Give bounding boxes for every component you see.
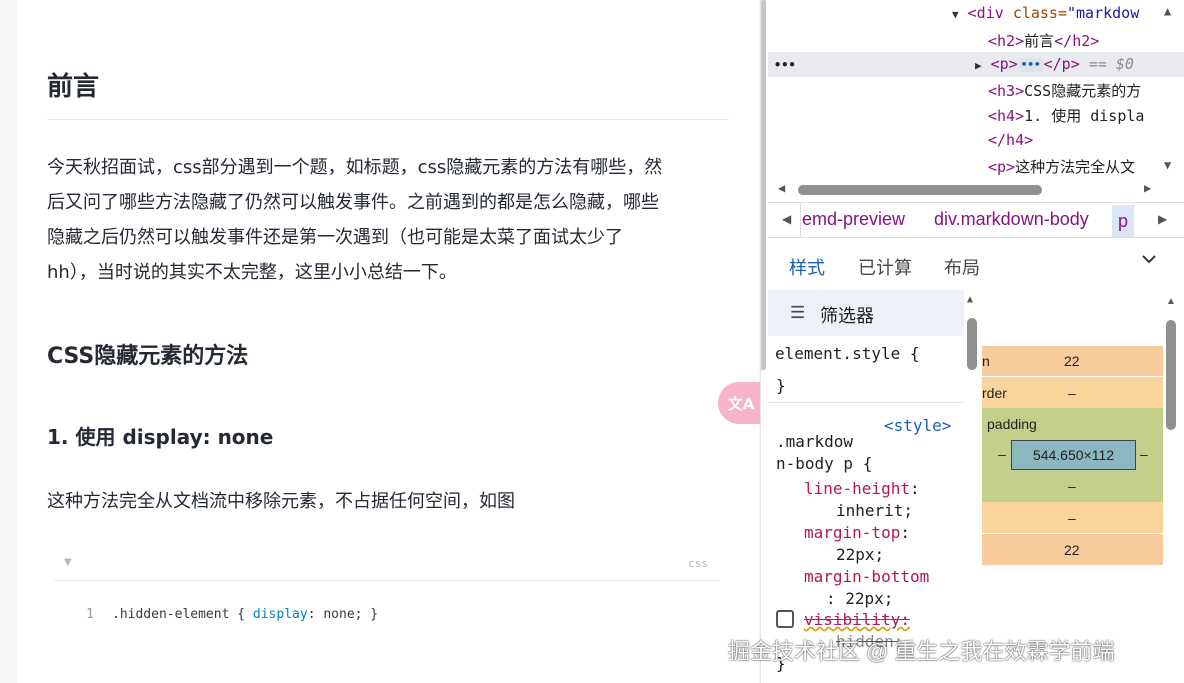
scroll-up-icon[interactable]: ▲ <box>1164 4 1171 18</box>
dom-node-h4-close[interactable]: </h4> <box>988 131 1033 149</box>
dom-row-more-icon[interactable]: ••• <box>774 55 796 73</box>
scroll-down-icon[interactable]: ▼ <box>1164 158 1171 172</box>
margin-bottom-band[interactable]: 22 <box>982 534 1163 565</box>
code-language-label: css <box>688 557 708 570</box>
breadcrumb-divider <box>800 203 801 237</box>
dom-node-div[interactable]: ▼ <div class="markdow <box>952 4 1139 22</box>
subsection-title: 1. 使用 display: none <box>47 425 274 449</box>
breadcrumb-item[interactable]: emd-preview <box>802 209 905 230</box>
dom-node-h2[interactable]: <h2>前言</h2> <box>988 30 1099 51</box>
styles-pane: ☰ 筛选器 element.style { } <style> .markdow… <box>768 290 964 683</box>
border-band[interactable]: rder – <box>982 377 1163 408</box>
border-bottom-value[interactable]: – <box>1068 510 1076 526</box>
heading-divider <box>47 119 729 120</box>
rule-separator <box>768 402 964 403</box>
collapse-chevron-icon[interactable]: ▼ <box>64 557 72 568</box>
border-bottom-band[interactable]: – <box>982 502 1163 533</box>
scroll-up-icon[interactable]: ▲ <box>1166 296 1176 307</box>
dom-horizontal-scrollbar[interactable]: ◀ ▶ <box>768 180 1184 198</box>
breadcrumb-item-active[interactable]: p <box>1112 205 1135 237</box>
box-model-diagram: ▲ n 22 rder – padding – – – 544.650×112 … <box>982 290 1184 683</box>
decl-line-height-prop[interactable]: line-height: <box>804 479 920 498</box>
watermark: 掘金技术社区 @ 重生之我在效霖学前端 <box>728 639 1115 664</box>
margin-top-value[interactable]: 22 <box>1064 353 1080 369</box>
dom-node-p[interactable]: <p>这种方法完全从文 <box>988 156 1135 177</box>
scrollbar-thumb[interactable] <box>798 185 1042 195</box>
paragraph-line: 后又问了哪些方法隐藏了仍然可以触发事件。之前遇到的都是怎么隐藏，哪些 <box>47 192 659 213</box>
breadcrumb-right-icon[interactable]: ▶ <box>1158 212 1167 226</box>
scroll-left-icon[interactable]: ◀ <box>778 181 785 195</box>
paragraph-line: 今天秋招面试，css部分遇到一个题，如标题，css隐藏元素的方法有哪些，然 <box>47 157 663 178</box>
code-block: ▼ css 1 .hidden-element { display: none; … <box>54 547 720 683</box>
filter-icon: ☰ <box>790 303 806 322</box>
translate-icon[interactable]: 文A <box>718 382 764 424</box>
decl-visibility-prop[interactable]: visibility: <box>804 610 910 629</box>
paragraph-line: 隐藏之后仍然可以触发事件还是第一次遇到（也可能是太菜了面试太少了 <box>47 227 623 248</box>
tab-computed[interactable]: 已计算 <box>858 254 912 280</box>
dom-node-h3[interactable]: <h3>CSS隐藏元素的方 <box>988 80 1141 101</box>
decl-margin-bottom-prop[interactable]: margin-bottom <box>804 567 929 586</box>
decl-line-height-value[interactable]: inherit; <box>836 501 913 520</box>
margin-top-band[interactable]: n 22 <box>982 346 1163 376</box>
decl-margin-top-prop[interactable]: margin-top: <box>804 523 910 542</box>
article-pane: 前言 今天秋招面试，css部分遇到一个题，如标题，css隐藏元素的方法有哪些，然… <box>0 0 760 683</box>
scroll-right-icon[interactable]: ▶ <box>1144 181 1151 195</box>
dom-node-h4[interactable]: <h4>1. 使用 displa <box>988 105 1144 126</box>
chevron-down-icon[interactable] <box>1140 250 1158 273</box>
article-card: 前言 今天秋招面试，css部分遇到一个题，如标题，css隐藏元素的方法有哪些，然… <box>17 0 759 683</box>
box-model-scrollbar[interactable] <box>1166 320 1176 430</box>
element-style-close: } <box>776 376 786 395</box>
margin-bottom-value[interactable]: 22 <box>1064 542 1080 558</box>
rule-selector-cont[interactable]: n-body p { <box>776 454 872 473</box>
tab-styles[interactable]: 样式 <box>789 254 825 280</box>
filter-label: 筛选器 <box>820 306 874 326</box>
scrollbar-thumb[interactable] <box>967 318 977 370</box>
content-size[interactable]: 544.650×112 <box>1011 440 1136 470</box>
disable-declaration-checkbox[interactable] <box>776 610 794 628</box>
section-title: CSS隐藏元素的方法 <box>47 344 249 369</box>
code-property: display <box>252 607 308 622</box>
code-selector: .hidden-element { <box>112 607 253 622</box>
border-top-value[interactable]: – <box>1068 385 1076 401</box>
element-style-selector[interactable]: element.style { <box>775 344 920 363</box>
dom-node-p-selected[interactable]: ▶ <p> ••• </p> == $0 <box>975 55 1134 73</box>
scroll-up-icon[interactable]: ▲ <box>967 294 973 305</box>
padding-left-value[interactable]: – <box>998 446 1006 462</box>
breadcrumb-item[interactable]: div.markdown-body <box>934 209 1089 230</box>
padding-bottom-value[interactable]: – <box>1068 478 1076 494</box>
display-none-paragraph: 这种方法完全从文档流中移除元素，不占据任何空间，如图 <box>47 491 515 512</box>
paragraph-line: hh），当时说的其实不太完整，这里小小总结一下。 <box>47 262 457 283</box>
code-rest: : none; } <box>307 607 379 622</box>
heading-preface: 前言 <box>47 72 100 102</box>
decl-margin-top-value[interactable]: 22px; <box>836 545 884 564</box>
code-block-header: ▼ css <box>54 547 720 581</box>
expand-triangle-icon[interactable]: ▼ <box>952 8 959 21</box>
rule-selector[interactable]: .markdow <box>776 432 853 451</box>
collapse-triangle-icon[interactable]: ▶ <box>975 59 982 72</box>
devtools-panel: ▼ <div class="markdow <h2>前言</h2> ••• ▶ … <box>768 0 1184 683</box>
article-scrollbar[interactable] <box>761 0 766 370</box>
styles-filter[interactable]: ☰ 筛选器 <box>768 290 964 336</box>
style-source-link[interactable]: <style> <box>884 416 951 435</box>
dom-breadcrumb: ◀ emd-preview div.markdown-body p ▶ <box>768 202 1184 238</box>
styles-tabbar: 样式 已计算 布局 <box>768 244 1184 286</box>
breadcrumb-left-icon[interactable]: ◀ <box>782 212 791 226</box>
styles-scrollbar[interactable]: ▲ <box>966 290 978 683</box>
line-number: 1 <box>86 607 94 622</box>
padding-right-value[interactable]: – <box>1140 446 1148 462</box>
ellipsis-icon[interactable]: ••• <box>1017 57 1044 72</box>
code-line: 1 .hidden-element { display: none; } <box>54 607 378 622</box>
tab-layout[interactable]: 布局 <box>944 254 980 280</box>
decl-margin-bottom-value[interactable]: : 22px; <box>826 589 893 608</box>
intro-paragraph: 今天秋招面试，css部分遇到一个题，如标题，css隐藏元素的方法有哪些，然 后又… <box>47 150 737 290</box>
